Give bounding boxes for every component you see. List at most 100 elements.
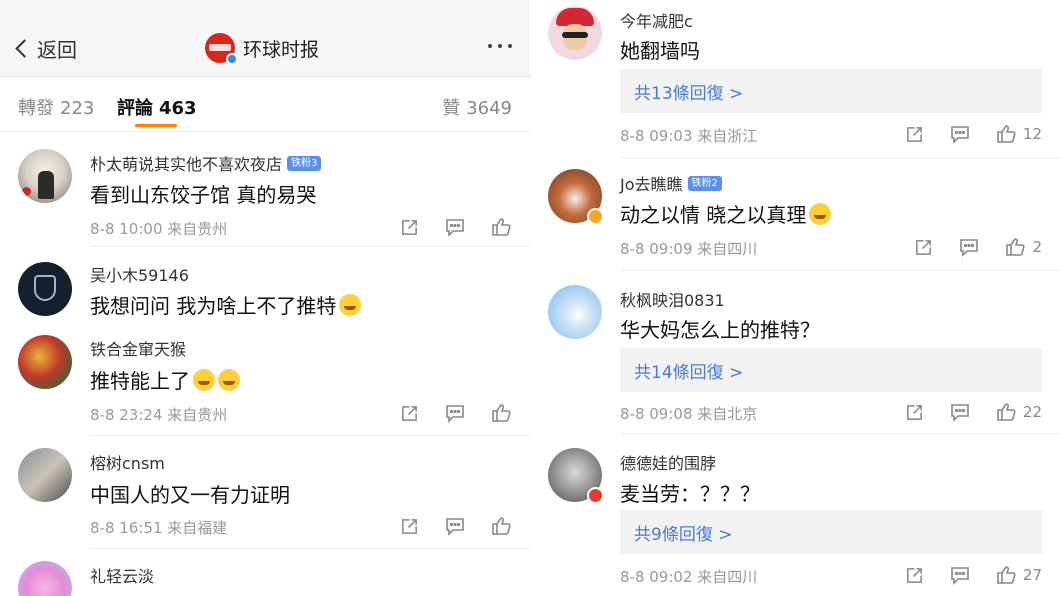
like-button[interactable]: 22 [996,402,1042,422]
comment-username[interactable]: 铁合金窜天猴 [90,336,186,360]
tab-repost[interactable]: 轉發 223 [18,94,94,120]
verified-icon [226,53,238,65]
share-button[interactable] [400,404,419,423]
share-icon [916,239,932,255]
share-button[interactable] [400,218,419,237]
tab-likes-count: 3649 [466,98,512,119]
comment-meta: 8-8 10:00 来自贵州 [90,220,228,238]
back-chevron-icon [15,38,34,58]
share-icon [402,518,417,534]
reply-button[interactable] [950,566,970,585]
share-button[interactable] [905,125,924,144]
back-label: 返回 [37,37,77,62]
comment-icon [446,218,464,237]
smile-emoji-icon [809,203,832,225]
fan-badge: 铁粉3 [287,155,322,171]
verified-icon [587,208,604,225]
username-text: 朴太萌说其实他不喜欢夜店 [90,155,283,174]
view-replies-link[interactable]: 共9條回復 > [620,510,1042,554]
reply-button[interactable] [445,517,465,536]
nav-bar: 返回 环球时报 [0,0,530,77]
username-text: 德德娃的围脖 [620,454,717,473]
account-header[interactable]: 环球时报 [205,33,319,65]
avatar[interactable] [548,285,602,339]
avatar[interactable] [548,6,602,60]
like-icon [492,218,511,236]
comment-item: 铁合金窜天猴 推特能上了 8-8 23:24 来自贵州 [0,323,530,435]
avatar[interactable] [18,561,72,596]
tab-repost-label: 轉發 [18,98,54,119]
like-button[interactable] [491,217,512,237]
laugh-cry-emoji-icon [193,369,215,391]
like-icon [997,125,1016,143]
avatar[interactable] [548,448,604,504]
comment-icon [446,404,464,423]
comment-item: 礼轻云淡 [0,549,530,596]
tab-bar: 轉發 223 評論 463 贊 3649 [0,77,530,132]
comment-icon [960,238,979,257]
share-button[interactable] [905,403,924,422]
comment-username[interactable]: 德德娃的围脖 [620,450,716,474]
right-screen: 今年减肥c 她翻墙吗 共13條回復 > 8-8 09:03 来自浙江 12 Jo… [530,0,1060,596]
comment-actions: 2 [888,237,1042,257]
laugh-cry-emoji-icon [218,369,240,391]
comment-meta: 8-8 16:51 来自福建 [90,519,228,537]
view-replies-link[interactable]: 共14條回復 > [620,348,1042,392]
avatar[interactable] [18,262,72,316]
like-button[interactable] [491,516,512,536]
back-button[interactable]: 返回 [12,33,77,63]
comment-text: 中国人的又一有力证明 [90,483,290,507]
view-replies-link[interactable]: 共13條回復 > [620,69,1042,113]
avatar[interactable] [18,149,72,203]
comment-meta: 8-8 09:03 来自浙江 [620,127,758,145]
comment-text: 她翻墙吗 [620,39,700,63]
like-button[interactable]: 2 [1005,237,1042,257]
comment-meta: 8-8 09:08 来自北京 [620,405,758,423]
comment-username[interactable]: 秋枫映泪0831 [620,287,725,311]
share-button[interactable] [400,517,419,536]
more-dots-icon[interactable] [488,44,512,48]
username-text: 铁合金窜天猴 [90,340,187,359]
comment-text-content: 我想问问 我为啥上不了推特 [90,294,337,318]
comment-icon [951,403,969,422]
tab-likes[interactable]: 贊 3649 [442,94,512,120]
avatar[interactable] [18,448,72,502]
comment-username[interactable]: 榕树cnsm [90,450,165,474]
like-icon [997,566,1016,584]
like-count: 12 [1022,125,1042,143]
like-icon [997,403,1016,421]
active-tab-indicator [135,124,177,127]
comment-item: 吴小木59146 我想问问 我为啥上不了推特 [0,250,530,320]
reply-button[interactable] [950,125,970,144]
comment-username[interactable]: Jo去瞧瞧 铁粉2 [620,171,722,195]
username-text: 今年减肥c [620,12,693,31]
comment-actions: 22 [879,402,1042,422]
comment-username[interactable]: 今年减肥c [620,8,693,32]
comment-meta: 8-8 09:09 来自四川 [620,240,758,258]
like-button[interactable]: 12 [996,124,1042,144]
reply-button[interactable] [445,404,465,423]
comment-icon [951,125,969,144]
comment-actions: 27 [879,565,1042,585]
tab-comments[interactable]: 評論 463 [117,94,197,120]
comment-icon [951,566,969,585]
comment-text-content: 动之以情 晓之以真理 [620,203,807,227]
share-button[interactable] [914,238,933,257]
avatar[interactable] [18,335,72,389]
like-icon [492,517,511,535]
comment-text: 麦当劳：？？？ [620,482,760,506]
comment-username[interactable]: 礼轻云淡 [90,563,154,587]
comment-username[interactable]: 吴小木59146 [90,262,189,286]
share-button[interactable] [905,566,924,585]
like-button[interactable] [491,403,512,423]
share-icon [906,126,922,142]
like-count: 27 [1022,566,1042,584]
reply-button[interactable] [959,238,979,257]
reply-button[interactable] [950,403,970,422]
tab-comments-count: 463 [159,98,197,119]
like-button[interactable]: 27 [996,565,1042,585]
comment-username[interactable]: 朴太萌说其实他不喜欢夜店 铁粉3 [90,151,322,175]
badge-icon [587,487,604,504]
avatar[interactable] [548,169,604,225]
reply-button[interactable] [445,218,465,237]
